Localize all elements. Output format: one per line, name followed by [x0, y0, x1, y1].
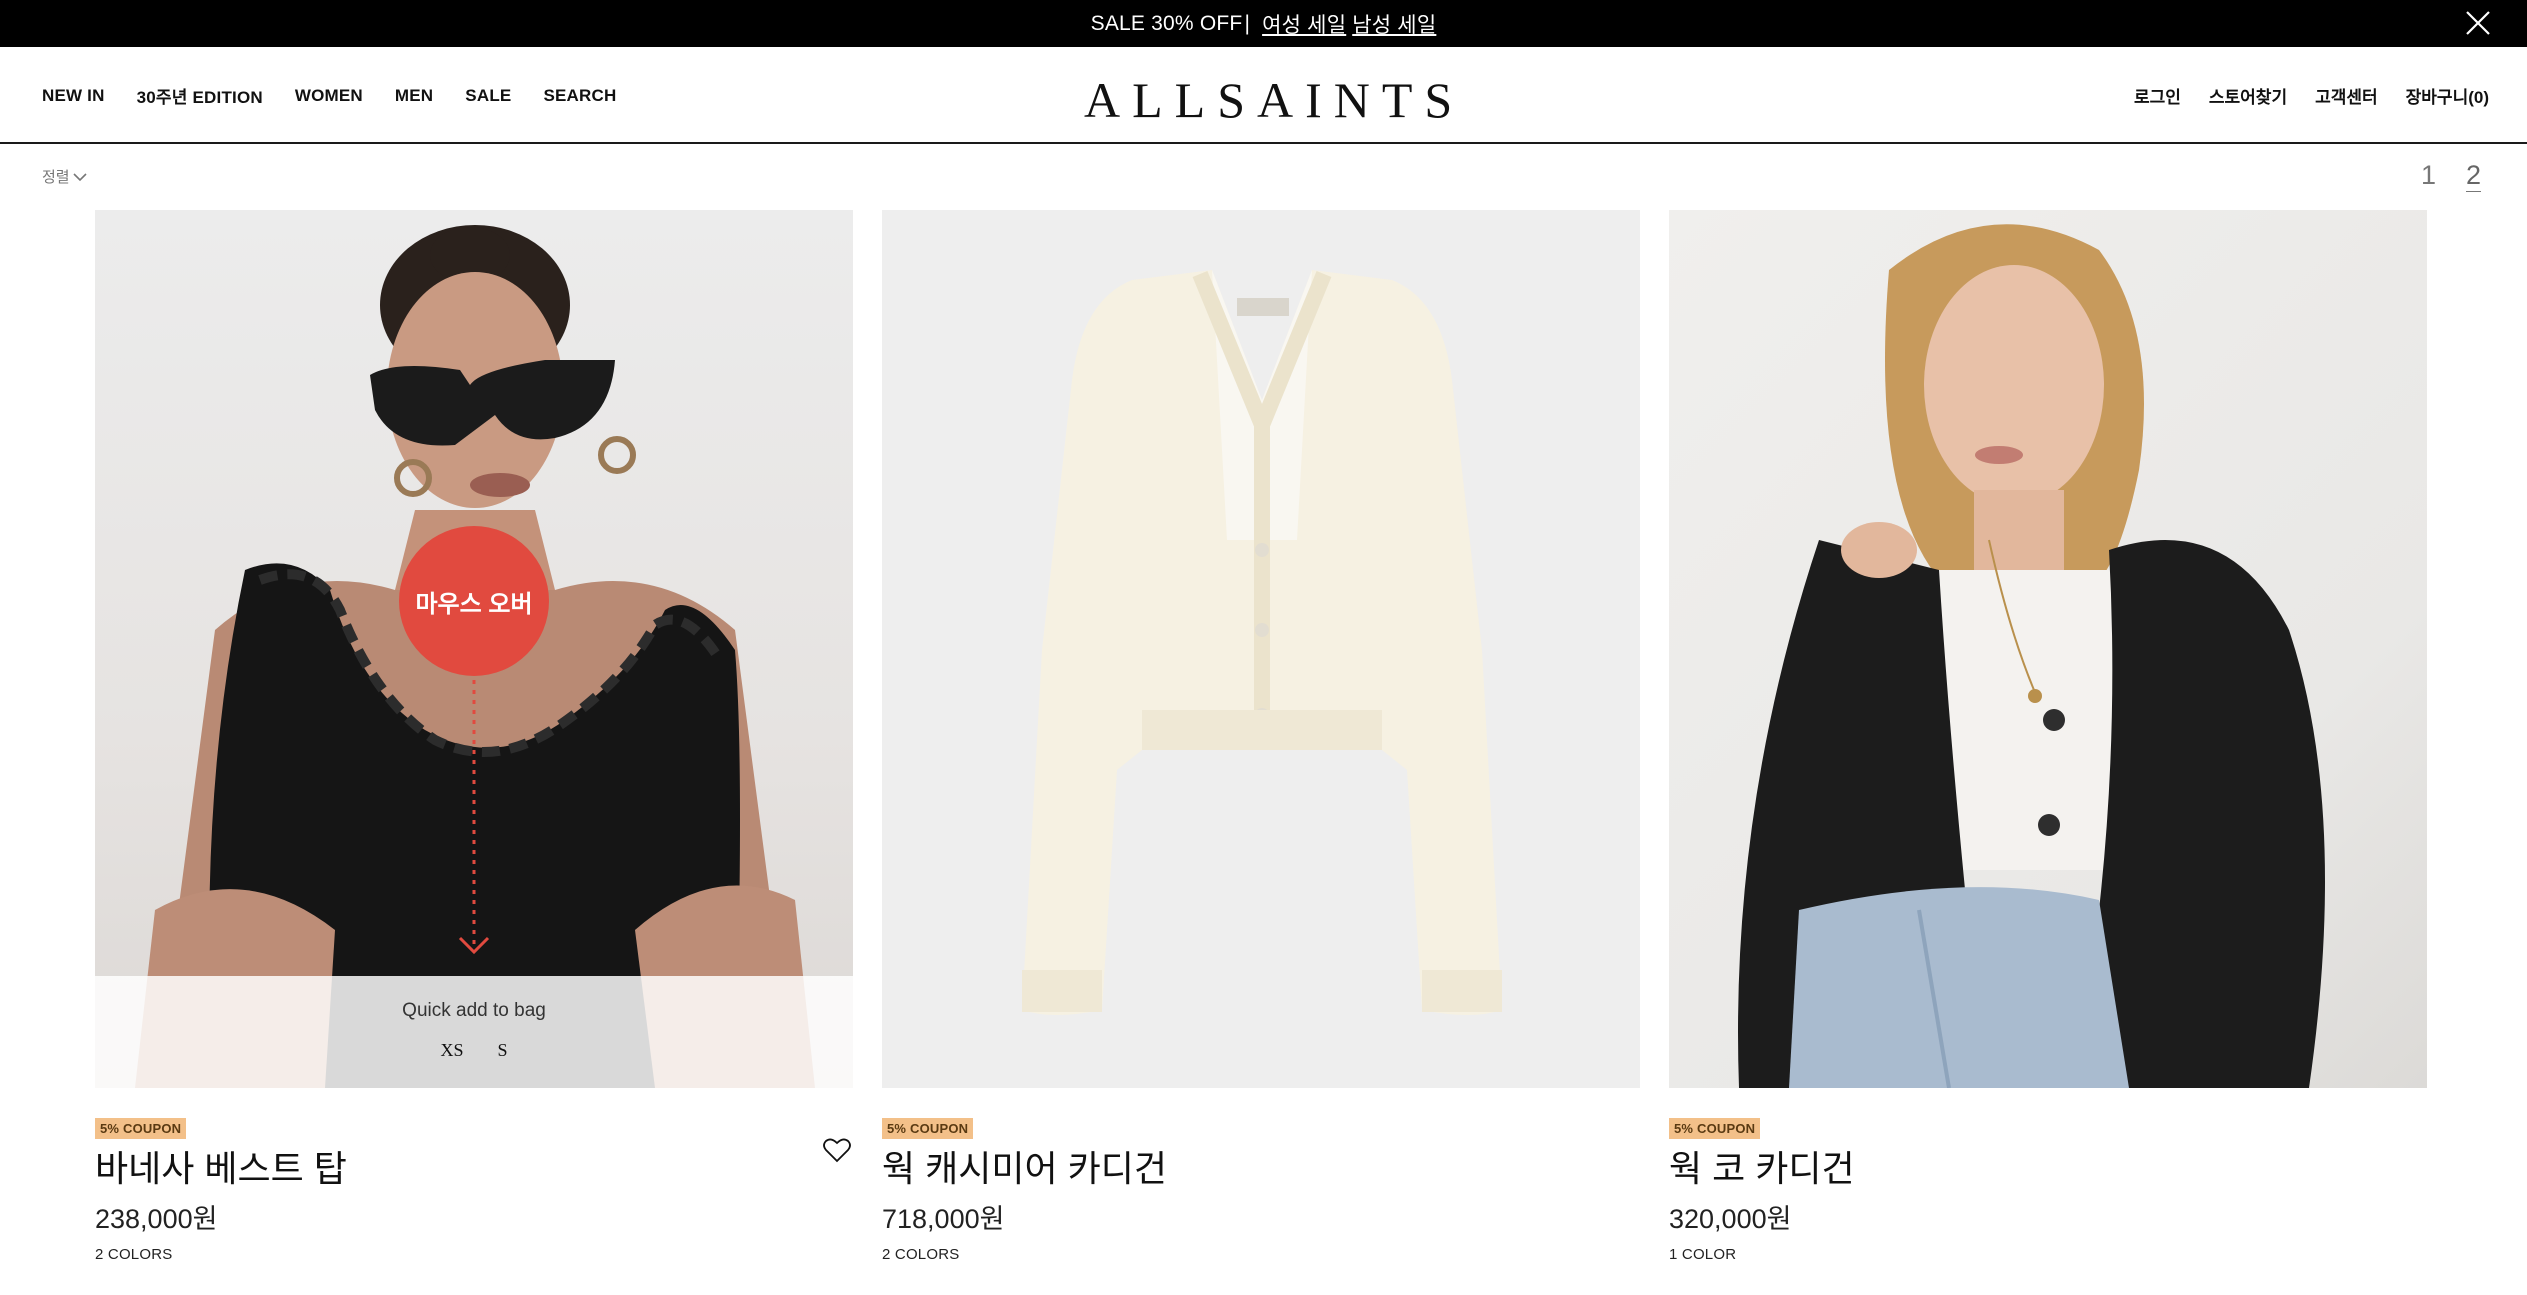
site-header: NEW IN 30주년 EDITION WOMEN MEN SALE SEARC… [0, 47, 2527, 144]
page-link-2[interactable]: 2 [2465, 160, 2481, 192]
cardigan-photo [1022, 270, 1502, 1015]
nav-login[interactable]: 로그인 [2134, 83, 2181, 108]
nav-cart[interactable]: 장바구니(0) [2406, 83, 2489, 108]
promo-separator: | [1244, 11, 1251, 35]
nav-men[interactable]: MEN [395, 86, 433, 106]
quick-add-label[interactable]: Quick add to bag [95, 1000, 853, 1022]
product-name[interactable]: 바네사 베스트 탑 [95, 1140, 347, 1192]
pagination: 1 2 [2421, 160, 2481, 192]
product-image[interactable] [882, 210, 1640, 1088]
size-option-xs[interactable]: XS [440, 1040, 463, 1061]
quick-add-panel: Quick add to bag XS S [95, 976, 853, 1088]
promo-link-women-sale[interactable]: 여성 세일 [1262, 9, 1346, 39]
product-image[interactable]: 마우스 오버 Quick add to bag XS S [95, 210, 853, 1088]
product-card[interactable] [1669, 210, 2427, 1088]
main-nav: NEW IN 30주년 EDITION WOMEN MEN SALE SEARC… [42, 47, 648, 144]
page-link-1[interactable]: 1 [2421, 160, 2436, 192]
heart-icon[interactable] [822, 1135, 852, 1165]
nav-sale[interactable]: SALE [465, 86, 511, 106]
size-options: XS S [95, 1040, 853, 1061]
promo-text: SALE 30% OFF [1090, 11, 1243, 35]
nav-new-in[interactable]: NEW IN [42, 86, 105, 106]
sort-bar: 정렬 1 2 [0, 146, 2527, 210]
product-card[interactable] [882, 210, 1640, 1088]
promo-bar: SALE 30% OFF | 여성 세일 남성 세일 [0, 0, 2527, 47]
sort-dropdown[interactable]: 정렬 [42, 166, 88, 187]
size-option-s[interactable]: S [498, 1040, 508, 1061]
product-colors: 2 COLORS [882, 1246, 960, 1263]
nav-search[interactable]: SEARCH [543, 86, 616, 106]
product-price: 320,000원 [1669, 1204, 1792, 1234]
coupon-badge: 5% COUPON [1669, 1118, 1761, 1139]
coupon-badge: 5% COUPON [882, 1118, 974, 1139]
utility-nav: 로그인 스토어찾기 고객센터 장바구니(0) [2106, 47, 2489, 144]
close-icon[interactable] [2463, 8, 2493, 38]
product-colors: 1 COLOR [1669, 1246, 1737, 1263]
product-name[interactable]: 웍 코 카디건 [1669, 1140, 1855, 1192]
promo-link-men-sale[interactable]: 남성 세일 [1352, 9, 1436, 39]
product-image[interactable] [1669, 210, 2427, 1088]
model-photo [1738, 224, 2325, 1088]
product-card[interactable]: 마우스 오버 Quick add to bag XS S [95, 210, 853, 1088]
site-logo[interactable]: ALLSAINTS [1084, 71, 1464, 129]
mouse-over-badge: 마우스 오버 [399, 526, 549, 676]
nav-30th-edition[interactable]: 30주년 EDITION [137, 83, 263, 108]
product-price: 718,000원 [882, 1204, 1005, 1234]
nav-women[interactable]: WOMEN [295, 86, 363, 106]
sort-label: 정렬 [42, 169, 70, 186]
product-colors: 2 COLORS [95, 1246, 173, 1263]
nav-store-finder[interactable]: 스토어찾기 [2209, 83, 2287, 108]
nav-customer-service[interactable]: 고객센터 [2315, 83, 2378, 108]
chevron-down-icon [73, 172, 87, 181]
product-price: 238,000원 [95, 1204, 218, 1234]
product-name[interactable]: 웍 캐시미어 카디건 [882, 1140, 1167, 1192]
coupon-badge: 5% COUPON [95, 1118, 187, 1139]
